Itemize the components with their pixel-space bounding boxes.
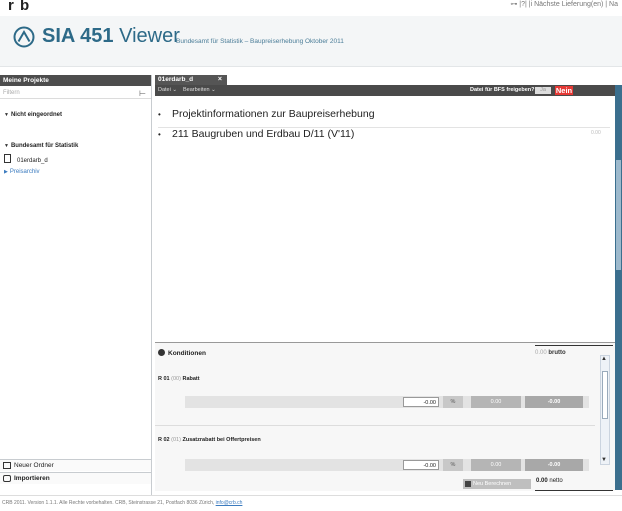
bullet-icon: • bbox=[158, 130, 161, 139]
sidebar-item-archive[interactable]: ▶ Preisarchiv bbox=[4, 169, 40, 175]
bullet-icon: • bbox=[158, 110, 161, 119]
rabatt-input[interactable]: -0.00 bbox=[403, 397, 439, 407]
crb-logo: r b bbox=[8, 0, 31, 14]
release-no-button[interactable]: Nein bbox=[555, 86, 573, 95]
folder-icon bbox=[3, 462, 11, 469]
right-scrollbar-thumb[interactable] bbox=[616, 160, 621, 270]
sidebar-group-bfs[interactable]: ▼ Bundesamt für Statistik bbox=[4, 143, 78, 149]
sidebar-item-01erdarb[interactable]: 01erdarb_d bbox=[4, 154, 48, 164]
header-subtitle: Bundesamt für Statistik – Baupreiserhebu… bbox=[176, 38, 344, 45]
conditions-scrollbar-thumb[interactable] bbox=[602, 371, 608, 419]
conditions-title[interactable]: Konditionen bbox=[158, 349, 206, 357]
expand-triangle-icon[interactable]: ▼ bbox=[4, 143, 9, 149]
net-total: 0.00 netto bbox=[536, 478, 563, 484]
expand-triangle-icon[interactable]: ▼ bbox=[4, 112, 9, 118]
footer: CRB 2011. Version 1.1.1. Alle Rechte vor… bbox=[0, 495, 622, 510]
percent-unit: % bbox=[443, 396, 463, 408]
conditions-panel: Konditionen 0.00 brutto R 01 (00) Rabatt… bbox=[155, 342, 615, 491]
recalculate-icon bbox=[465, 481, 471, 487]
condition-divider bbox=[155, 425, 595, 426]
footer-email-link[interactable]: info@crb.ch bbox=[216, 500, 243, 506]
top-right-links[interactable]: ⊶ |?| |i Nächste Lieferung(en) | Na bbox=[510, 0, 618, 8]
document-icon bbox=[4, 154, 11, 163]
scroll-up-icon[interactable]: ▲ bbox=[601, 356, 607, 362]
row-value: 0.00 bbox=[591, 130, 601, 136]
total-underline bbox=[535, 345, 613, 346]
menu-file[interactable]: Datei ⌄ bbox=[158, 85, 177, 96]
scroll-down-icon[interactable]: ▼ bbox=[601, 457, 607, 463]
condition-amount: 0.00 bbox=[471, 396, 521, 408]
expand-triangle-icon[interactable]: ▶ bbox=[4, 169, 8, 175]
tab-01erdarb[interactable]: 01erdarb_d × bbox=[155, 75, 227, 85]
total-underline bbox=[535, 490, 613, 491]
toolbar: Datei ⌄ Bearbeiten ⌄ Datei für BFS freig… bbox=[155, 85, 615, 96]
condition-amount: 0.00 bbox=[471, 459, 521, 471]
percent-unit: % bbox=[443, 459, 463, 471]
import-icon bbox=[3, 475, 11, 482]
condition-result: -0.00 bbox=[525, 459, 583, 471]
condition-label-zusatzrabatt: R 02 (01) Zusatzrabatt bei Offertpreisen bbox=[158, 437, 261, 443]
tab-bar: 01erdarb_d × bbox=[155, 75, 615, 85]
filter-placeholder: Filtern bbox=[3, 90, 20, 96]
new-folder-button[interactable]: Neuer Ordner bbox=[0, 459, 151, 471]
filter-icon[interactable]: ⊢ bbox=[139, 88, 146, 99]
top-strip: r b ⊶ |?| |i Nächste Lieferung(en) | Na bbox=[0, 0, 622, 16]
close-icon[interactable]: × bbox=[218, 75, 222, 85]
sia-logo-icon bbox=[13, 26, 35, 48]
right-scrollbar[interactable] bbox=[615, 85, 622, 490]
recalculate-button[interactable]: Neu Berechnen bbox=[463, 479, 531, 489]
condition-result: -0.00 bbox=[525, 396, 583, 408]
sidebar-filter-input[interactable]: Filtern ⊢ bbox=[0, 88, 151, 99]
release-question: Datei für BFS freigeben? bbox=[470, 87, 535, 93]
condition-label-rabatt: R 01 (00) Rabatt bbox=[158, 376, 200, 382]
project-row[interactable]: • 211 Baugruben und Erdbau D/11 (V'11) bbox=[158, 128, 354, 140]
zusatzrabatt-input[interactable]: -0.00 bbox=[403, 460, 439, 470]
sidebar: Meine Projekte Filtern ⊢ ▼ Nicht eingeord… bbox=[0, 75, 152, 495]
menu-edit[interactable]: Bearbeiten ⌄ bbox=[183, 85, 216, 96]
sidebar-title: Meine Projekte bbox=[0, 75, 151, 86]
project-row[interactable]: • Projektinformationen zur Baupreiserhebu… bbox=[158, 108, 375, 120]
app-title: SIA 451 Viewer bbox=[42, 25, 180, 47]
gear-icon[interactable] bbox=[158, 349, 165, 356]
import-button[interactable]: Importieren bbox=[0, 472, 151, 484]
gross-total: 0.00 brutto bbox=[535, 350, 566, 356]
sidebar-group-unassigned[interactable]: ▼ Nicht eingeordnet bbox=[4, 112, 62, 118]
release-yes-button[interactable]: Ja bbox=[535, 87, 551, 94]
